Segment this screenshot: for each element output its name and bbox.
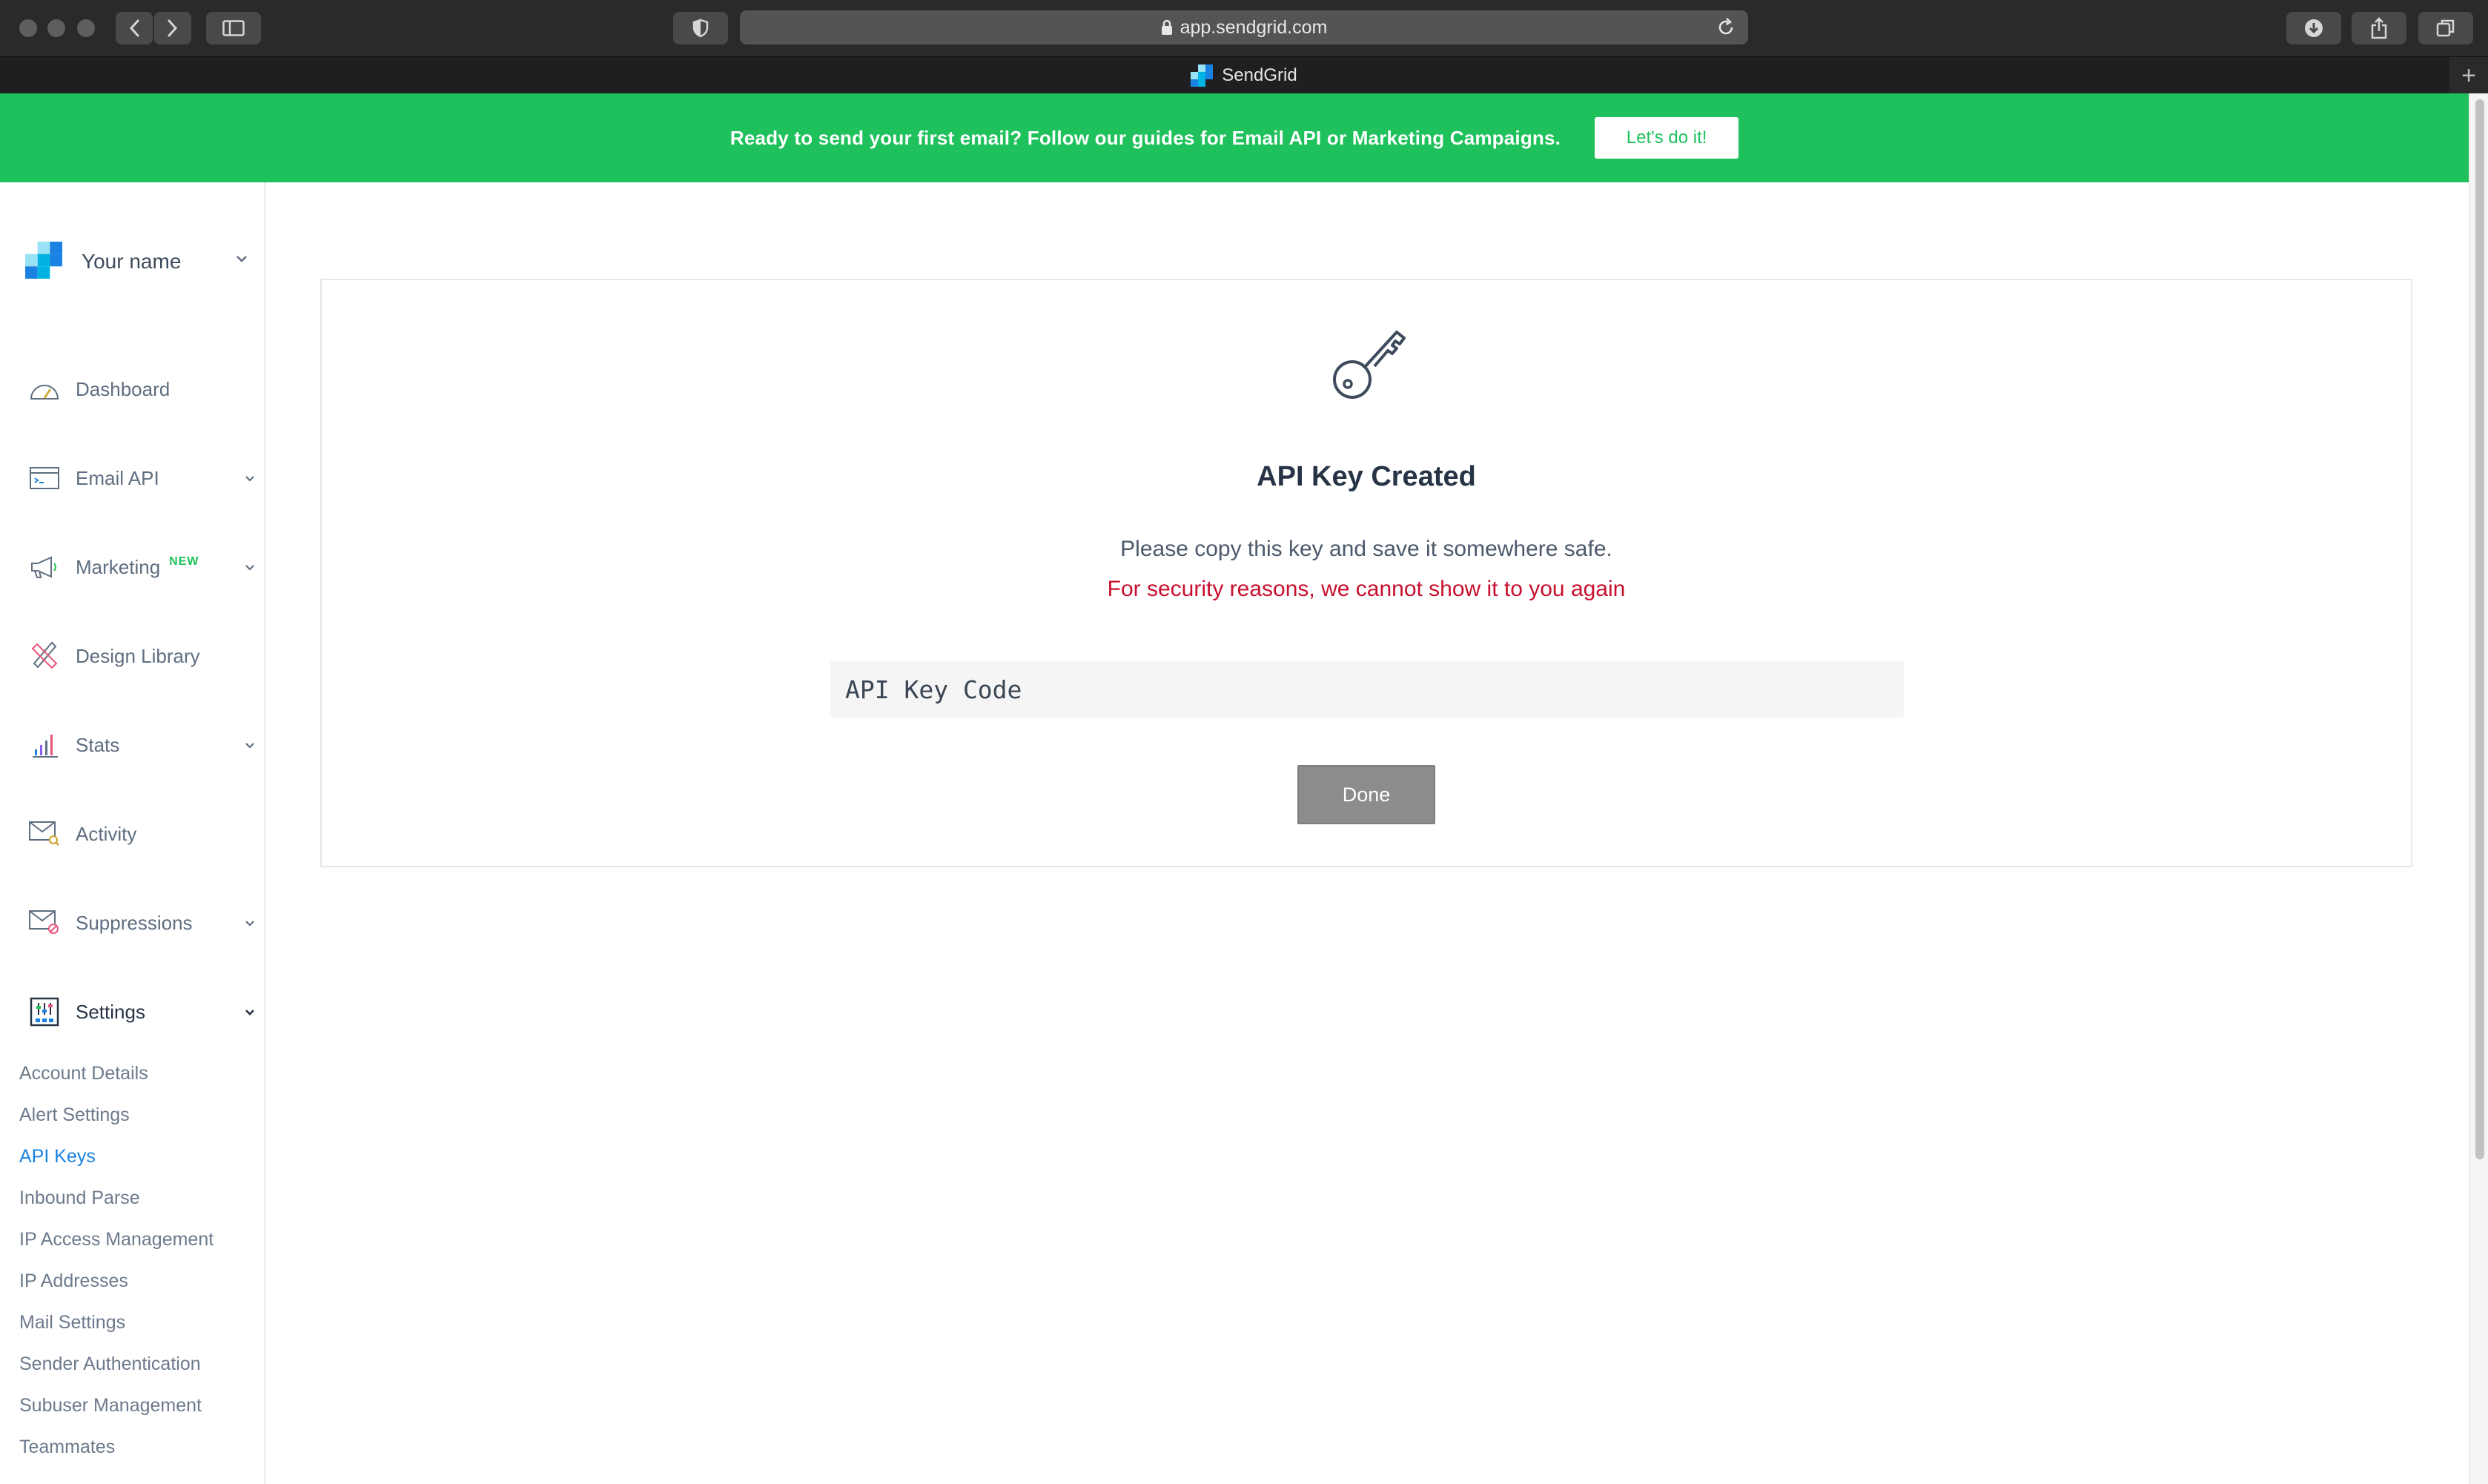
forward-button[interactable] [154,12,191,44]
sendgrid-favicon-icon [1191,64,1214,87]
url-text: app.sendgrid.com [1180,16,1328,38]
sidebar-item-label: Design Library [76,644,200,667]
new-tab-button[interactable]: + [2449,57,2488,94]
sendgrid-logo-icon [25,241,62,282]
browser-titlebar: app.sendgrid.com SendGrid + [0,0,2488,94]
settings-link-teammates[interactable]: Teammates [19,1437,115,1458]
sidebar-item-label: Marketing [76,555,161,578]
card-title: API Key Created [1257,461,1476,492]
settings-link-subuser-management[interactable]: Subuser Management [19,1395,202,1417]
minimize-window-button[interactable] [47,19,65,37]
chevron-down-icon [245,740,255,753]
settings-link-ip-access-management[interactable]: IP Access Management [19,1229,214,1251]
sliders-settings-icon [28,997,61,1027]
key-icon [1329,322,1410,407]
tab-strip: SendGrid + [0,56,2488,94]
chevron-down-icon [245,1007,255,1020]
sidebar-item-label: Activity [76,822,137,845]
tab-title: SendGrid [1222,65,1297,85]
chevron-right-icon [168,19,178,37]
sidebar-item-suppressions[interactable]: Suppressions [28,904,255,941]
api-key-field[interactable]: API Key Code [830,661,1904,718]
sidebar-item-label: Stats [76,733,120,756]
terminal-window-icon [28,463,61,493]
lets-do-it-button[interactable]: Let's do it! [1595,117,1739,159]
active-tab[interactable]: SendGrid [0,64,2488,87]
account-menu[interactable]: Your name [25,241,248,282]
sidebar-toggle-button[interactable] [206,12,261,44]
chevron-down-icon [245,562,255,575]
settings-link-mail-settings[interactable]: Mail Settings [19,1312,125,1334]
speedometer-icon [28,374,61,404]
reload-icon[interactable] [1716,17,1736,43]
lock-icon [1161,19,1173,36]
sidebar-item-dashboard[interactable]: Dashboard [28,371,255,408]
back-button[interactable] [116,12,153,44]
downloads-button[interactable] [2286,12,2341,44]
onboarding-banner: Ready to send your first email? Follow o… [0,93,2469,182]
sidebar-item-label: Settings [76,1000,145,1023]
security-warning: For security reasons, we cannot show it … [1107,577,1626,601]
address-bar[interactable]: app.sendgrid.com [740,10,1748,44]
chevron-left-icon [129,19,139,37]
banner-text: Ready to send your first email? Follow o… [729,126,1561,149]
sidebar-item-marketing[interactable]: Marketing NEW [28,549,255,586]
download-icon [2305,19,2323,37]
sidebar-item-label: Suppressions [76,911,193,934]
settings-link-ip-addresses[interactable]: IP Addresses [19,1271,128,1292]
privacy-shield-button[interactable] [673,12,728,44]
tabs-icon [2436,19,2455,37]
scrollbar-thumb[interactable] [2475,99,2484,1159]
pencil-ruler-icon [28,641,61,671]
share-button[interactable] [2352,12,2406,44]
settings-link-account-details[interactable]: Account Details [19,1063,148,1084]
megaphone-icon [28,552,61,582]
api-key-created-card: API Key Created Please copy this key and… [320,279,2412,867]
sidebar: Your name Dashboard Email API Marketing … [0,182,265,1484]
page-scrollbar[interactable] [2469,93,2488,1484]
sidebar-item-settings[interactable]: Settings [28,993,255,1030]
sidebar-item-design-library[interactable]: Design Library [28,637,255,675]
sidebar-icon [222,20,245,36]
maximize-window-button[interactable] [77,19,95,37]
shield-icon [692,19,709,38]
chevron-down-icon [245,473,255,486]
sidebar-item-activity[interactable]: Activity [28,815,255,852]
done-button[interactable]: Done [1297,765,1435,824]
settings-link-alert-settings[interactable]: Alert Settings [19,1104,130,1126]
share-icon [2371,17,2387,39]
sidebar-item-label: Dashboard [76,377,171,400]
sidebar-item-email-api[interactable]: Email API [28,460,255,497]
tab-overview-button[interactable] [2418,12,2473,44]
plus-icon: + [2461,61,2476,90]
close-window-button[interactable] [19,19,37,37]
sidebar-item-label: Email API [76,466,159,489]
sidebar-item-stats[interactable]: Stats [28,726,255,763]
settings-link-inbound-parse[interactable]: Inbound Parse [19,1187,140,1209]
new-badge: NEW [169,555,199,568]
chevron-down-icon [245,918,255,931]
envelope-search-icon [28,819,61,849]
settings-link-api-keys[interactable]: API Keys [19,1146,96,1167]
settings-link-sender-authentication[interactable]: Sender Authentication [19,1354,201,1375]
bar-chart-icon [28,730,61,760]
chevron-down-icon [236,254,248,267]
account-name: Your name [82,250,182,273]
envelope-blocked-icon [28,908,61,938]
card-message: Please copy this key and save it somewhe… [1120,537,1612,561]
